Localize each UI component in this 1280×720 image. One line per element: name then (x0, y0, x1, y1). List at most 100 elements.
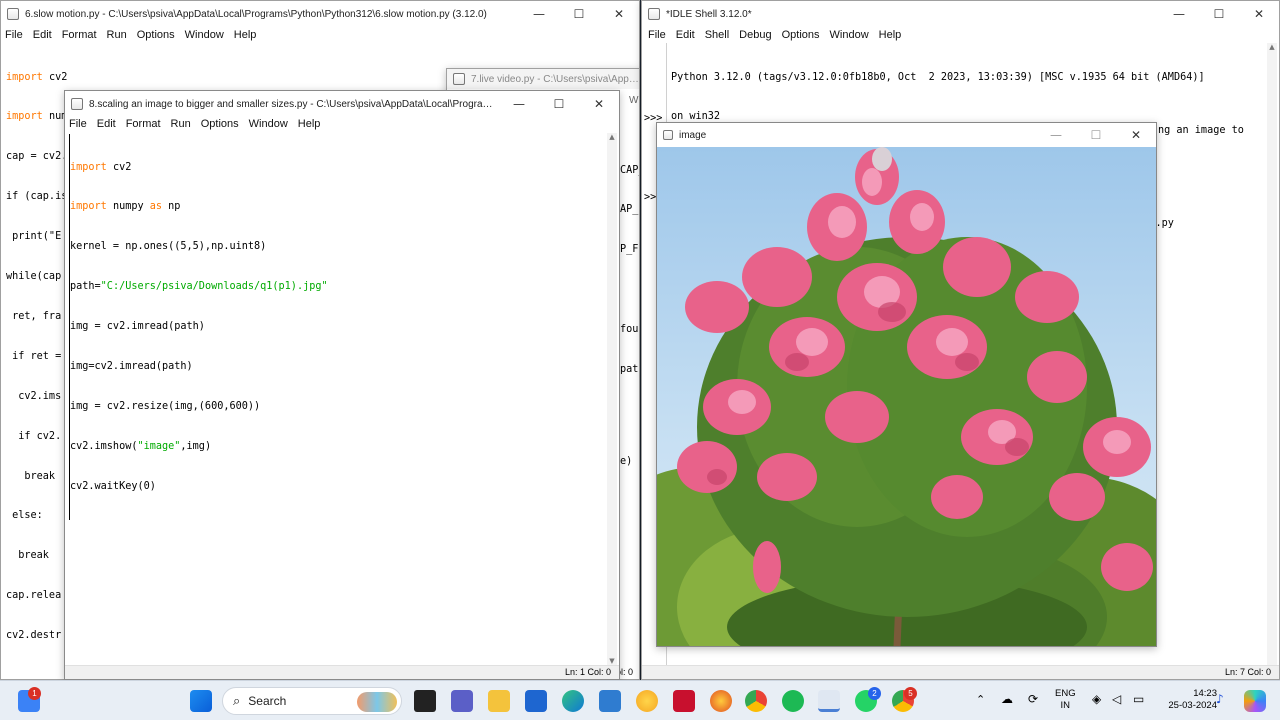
lang-bottom: IN (1060, 700, 1071, 711)
status-bar: Ln: 7 Col: 0 (642, 665, 1279, 679)
menu-format[interactable]: Format (126, 118, 161, 130)
teams-icon[interactable] (451, 690, 473, 712)
sync-icon[interactable]: ⟳ (1028, 692, 1038, 706)
copilot-icon[interactable] (1244, 690, 1266, 712)
menu-window[interactable]: Window (830, 29, 869, 41)
notification-bell-icon[interactable]: ♪ (1216, 692, 1224, 706)
start-windows-icon[interactable] (190, 690, 212, 712)
maximize-icon[interactable]: ☐ (1076, 128, 1116, 142)
close-icon[interactable]: ✕ (599, 7, 639, 21)
minimize-icon[interactable]: — (1036, 128, 1076, 142)
task-view-icon[interactable] (414, 690, 436, 712)
code-line: img = cv2.imread(path) (70, 321, 205, 333)
taskbar: 1 ⌕ Search 2 5 ⌃ ☁ ⟳ ENG IN ◈ ◁ ▭ 14:23 … (0, 680, 1280, 720)
menu-help[interactable]: Help (298, 118, 321, 130)
menu-bar: File Edit Format Run Options Window Help (65, 117, 619, 131)
menu-options[interactable]: Options (137, 29, 175, 41)
code-line: import cv2 (70, 161, 132, 173)
window-title: 7.live video.py - C:\Users\psiva\AppData (471, 73, 639, 85)
window-title: 6.slow motion.py - C:\Users\psiva\AppDat… (25, 8, 487, 20)
title-bar[interactable]: 7.live video.py - C:\Users\psiva\AppData (447, 69, 639, 89)
menu-edit[interactable]: Edit (97, 118, 116, 130)
code-fragment: four (620, 323, 639, 335)
wifi-icon[interactable]: ◈ (1092, 692, 1101, 706)
code-line: img=cv2.imread(path) (70, 361, 193, 373)
image-window: image — ☐ ✕ (656, 122, 1157, 647)
code-fragment: AP_I (620, 204, 639, 216)
code-line: import numpy as np (70, 201, 181, 213)
code-editor[interactable]: import cv2 import numpy as np kernel = n… (69, 134, 328, 520)
title-bar[interactable]: 6.slow motion.py - C:\Users\psiva\AppDat… (1, 1, 639, 27)
scroll-up-icon[interactable]: ▲ (1267, 43, 1277, 51)
taskbar-search[interactable]: ⌕ Search (222, 687, 402, 715)
idle-shell-icon (648, 8, 660, 20)
menu-window-partial[interactable]: Wi (629, 95, 639, 106)
vertical-scrollbar[interactable]: ▲ ▼ (607, 133, 617, 665)
menu-edit[interactable]: Edit (676, 29, 695, 41)
menu-run[interactable]: Run (171, 118, 191, 130)
menu-debug[interactable]: Debug (739, 29, 771, 41)
clock[interactable]: 14:23 25-03-2024 (1155, 688, 1217, 712)
idle-python-icon[interactable] (818, 690, 840, 712)
shell-line-tail: ng an image to (1158, 125, 1244, 136)
firefox-icon[interactable] (710, 690, 732, 712)
idle-file-icon (453, 73, 465, 85)
volume-icon[interactable]: ◁ (1112, 692, 1121, 706)
lang-top: ENG (1055, 688, 1076, 699)
scroll-down-icon[interactable]: ▼ (607, 657, 617, 665)
language-indicator[interactable]: ENG IN (1055, 688, 1076, 712)
code-line: kernel = np.ones((5,5),np.uint8) (70, 241, 267, 253)
microsoft-store-icon[interactable] (525, 690, 547, 712)
menu-file[interactable]: File (648, 29, 666, 41)
menu-bar: File Edit Shell Debug Options Window Hel… (642, 27, 1279, 43)
clock-date: 25-03-2024 (1168, 700, 1217, 711)
code-line: import cv2 (6, 71, 68, 83)
maximize-icon[interactable]: ☐ (1199, 7, 1239, 21)
edge-icon[interactable] (562, 690, 584, 712)
minimize-icon[interactable]: — (1159, 7, 1199, 21)
chrome-badge: 5 (904, 687, 917, 700)
search-highlight-image (357, 692, 397, 712)
idle-file-icon (71, 98, 83, 110)
menu-window[interactable]: Window (185, 29, 224, 41)
file-explorer-icon[interactable] (488, 690, 510, 712)
window-app-icon (663, 130, 673, 140)
menu-shell[interactable]: Shell (705, 29, 729, 41)
app-icon[interactable] (599, 690, 621, 712)
menu-run[interactable]: Run (107, 29, 127, 41)
clock-time: 14:23 (1193, 688, 1217, 699)
spotify-icon[interactable] (782, 690, 804, 712)
menu-file[interactable]: File (69, 118, 87, 130)
menu-edit[interactable]: Edit (33, 29, 52, 41)
menu-help[interactable]: Help (234, 29, 257, 41)
battery-icon[interactable]: ▭ (1133, 692, 1144, 706)
menu-help[interactable]: Help (879, 29, 902, 41)
show-hidden-icons[interactable]: ⌃ (976, 693, 985, 706)
mcafee-icon[interactable] (673, 690, 695, 712)
maximize-icon[interactable]: ☐ (539, 97, 579, 111)
close-icon[interactable]: ✕ (1239, 7, 1279, 21)
menu-window[interactable]: Window (249, 118, 288, 130)
menu-options[interactable]: Options (201, 118, 239, 130)
cloud-icon[interactable]: ☁ (1001, 692, 1013, 706)
code-line: cv2.waitKey(0) (70, 480, 156, 492)
scroll-up-icon[interactable]: ▲ (607, 133, 617, 141)
close-icon[interactable]: ✕ (579, 97, 619, 111)
title-bar[interactable]: 8.scaling an image to bigger and smaller… (65, 91, 619, 117)
menu-file[interactable]: File (5, 29, 23, 41)
chrome-icon[interactable] (745, 690, 767, 712)
code-line: cv2.imshow("image",img) (70, 440, 212, 452)
title-bar[interactable]: image — ☐ ✕ (657, 123, 1156, 147)
menu-format[interactable]: Format (62, 29, 97, 41)
menu-options[interactable]: Options (782, 29, 820, 41)
title-bar[interactable]: *IDLE Shell 3.12.0* — ☐ ✕ (642, 1, 1279, 27)
weather-icon[interactable] (636, 690, 658, 712)
minimize-icon[interactable]: — (499, 97, 539, 111)
minimize-icon[interactable]: — (519, 7, 559, 21)
window-title: image (679, 129, 707, 141)
displayed-image (657, 147, 1156, 646)
maximize-icon[interactable]: ☐ (559, 7, 599, 21)
vertical-scrollbar[interactable]: ▲ (1267, 43, 1277, 665)
close-icon[interactable]: ✕ (1116, 128, 1156, 142)
code-fragments: CAP_ AP_I P_FI four path e) (620, 137, 639, 495)
